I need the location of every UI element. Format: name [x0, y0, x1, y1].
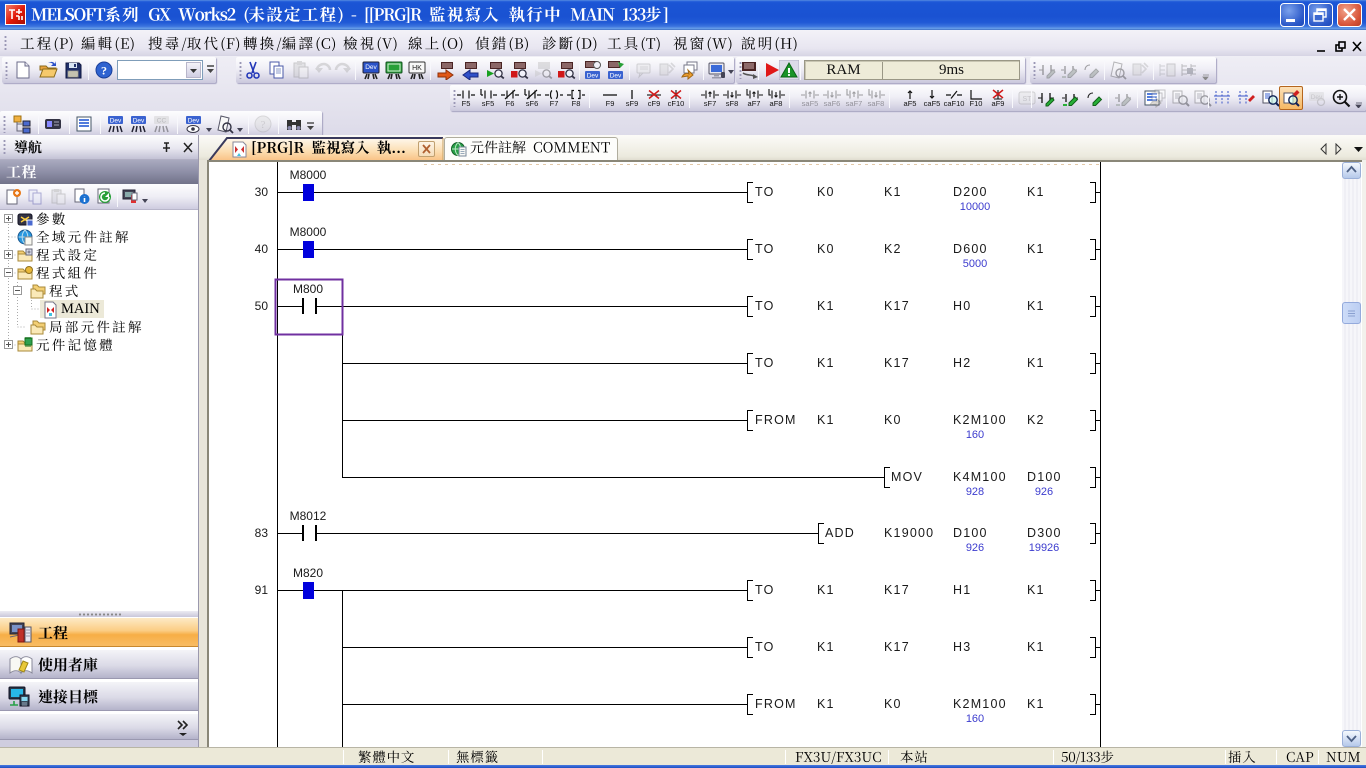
svg-text:K1: K1	[817, 356, 835, 370]
svg-text:K1: K1	[817, 697, 835, 711]
svg-text:K17: K17	[884, 640, 910, 654]
svg-text:K1: K1	[1027, 640, 1045, 654]
svg-text:K1: K1	[1027, 356, 1045, 370]
svg-text:D200: D200	[953, 185, 988, 199]
svg-text:K0: K0	[817, 242, 835, 256]
svg-text:10000: 10000	[960, 201, 991, 213]
svg-text:D100: D100	[953, 526, 988, 540]
svg-text:TO: TO	[755, 242, 775, 256]
svg-text:Dev: Dev	[133, 118, 145, 125]
svg-text:?: ?	[261, 119, 266, 131]
svg-text:K1: K1	[817, 413, 835, 427]
svg-text:928: 928	[966, 486, 984, 498]
svg-text:K2: K2	[884, 242, 902, 256]
svg-text:K1: K1	[1027, 299, 1045, 313]
svg-text:K0: K0	[884, 697, 902, 711]
svg-text:K17: K17	[884, 583, 910, 597]
svg-text:TO: TO	[755, 356, 775, 370]
svg-text:K1: K1	[1027, 697, 1045, 711]
svg-text:MOV: MOV	[891, 470, 923, 484]
svg-text:CC: CC	[157, 118, 167, 125]
svg-text:K2M100: K2M100	[953, 413, 1007, 427]
svg-text:M820: M820	[293, 566, 323, 580]
svg-text:H0: H0	[953, 299, 971, 313]
svg-text:M800: M800	[293, 282, 323, 296]
svg-text:?: ?	[101, 64, 107, 78]
svg-text:FROM: FROM	[755, 697, 797, 711]
svg-text:HK: HK	[412, 65, 422, 72]
svg-text:K4M100: K4M100	[953, 470, 1007, 484]
svg-text:D300: D300	[1027, 526, 1062, 540]
svg-text:K1: K1	[1027, 242, 1045, 256]
svg-text:TO: TO	[755, 583, 775, 597]
svg-text:TO: TO	[755, 299, 775, 313]
svg-text:K2M100: K2M100	[953, 697, 1007, 711]
svg-text:Dev: Dev	[610, 73, 622, 80]
svg-text:M8000: M8000	[290, 168, 327, 182]
svg-text:K1: K1	[1027, 185, 1045, 199]
svg-text:50: 50	[255, 299, 269, 313]
svg-text:K2: K2	[1027, 413, 1045, 427]
svg-text:40: 40	[255, 242, 269, 256]
svg-text:91: 91	[255, 583, 269, 597]
svg-text:160: 160	[966, 429, 984, 441]
svg-text:K1: K1	[817, 583, 835, 597]
svg-text:TO: TO	[755, 185, 775, 199]
svg-text:5000: 5000	[963, 258, 987, 270]
svg-text:ADD: ADD	[825, 526, 855, 540]
svg-text:160: 160	[966, 713, 984, 725]
svg-text:K1: K1	[817, 640, 835, 654]
svg-text:H3: H3	[953, 640, 971, 654]
svg-text:926: 926	[1035, 486, 1053, 498]
svg-text:Dev: Dev	[587, 73, 599, 80]
svg-text:Dev: Dev	[110, 118, 122, 125]
svg-text:Dev: Dev	[188, 118, 200, 125]
svg-text:FROM: FROM	[755, 413, 797, 427]
svg-text:K17: K17	[884, 356, 910, 370]
svg-text:M8000: M8000	[290, 225, 327, 239]
svg-text:Dev: Dev	[1311, 94, 1323, 101]
svg-text:K1: K1	[1027, 583, 1045, 597]
svg-text:K17: K17	[884, 299, 910, 313]
svg-text:H1: H1	[953, 583, 971, 597]
svg-text:Dev: Dev	[365, 64, 377, 71]
svg-text:K19000: K19000	[884, 526, 934, 540]
svg-text:M8012: M8012	[290, 509, 327, 523]
svg-text:K1: K1	[817, 299, 835, 313]
svg-text:30: 30	[255, 185, 269, 199]
svg-text:K0: K0	[817, 185, 835, 199]
svg-text:926: 926	[966, 542, 984, 554]
svg-text:K1: K1	[884, 185, 902, 199]
svg-text:H2: H2	[953, 356, 971, 370]
svg-text:19926: 19926	[1029, 542, 1060, 554]
svg-text:K0: K0	[884, 413, 902, 427]
svg-text:83: 83	[255, 526, 269, 540]
svg-text:D600: D600	[953, 242, 988, 256]
svg-text:D100: D100	[1027, 470, 1062, 484]
svg-text:TO: TO	[755, 640, 775, 654]
